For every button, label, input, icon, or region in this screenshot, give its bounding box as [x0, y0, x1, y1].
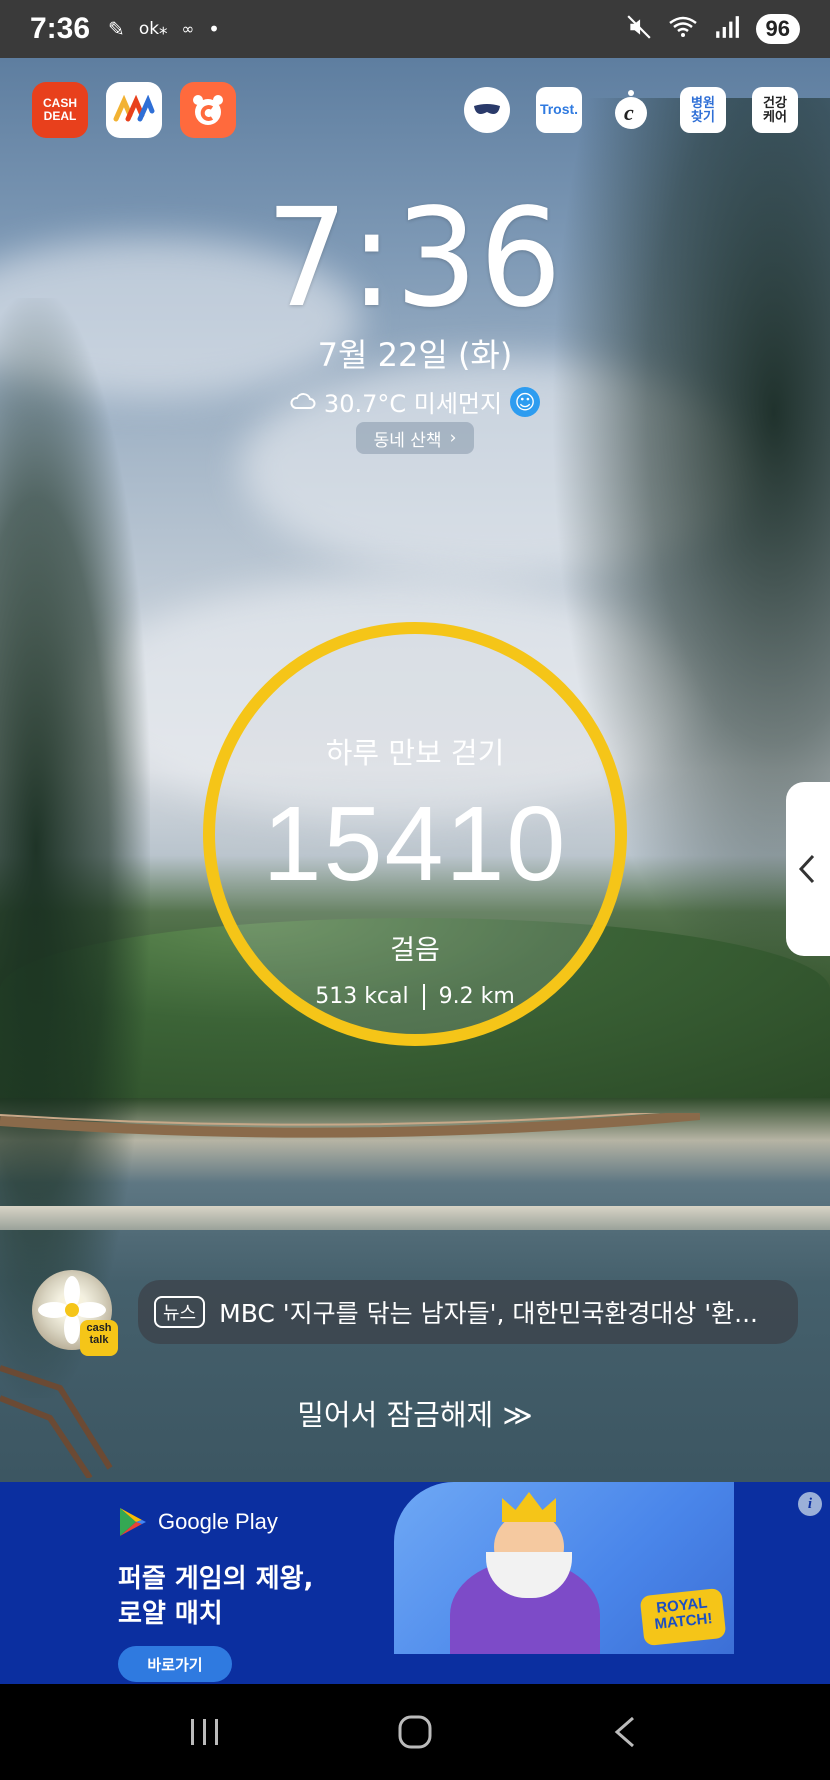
home-button[interactable]	[385, 1702, 445, 1762]
stats-divider	[422, 984, 425, 1010]
mask-app-icon[interactable]	[464, 87, 510, 133]
ad-info-icon[interactable]: i	[798, 1492, 822, 1516]
step-stats: 513 kcal 9.2 km	[215, 984, 615, 1010]
neighborhood-walk-chip[interactable]: 동네 산책 ›	[356, 422, 474, 454]
cat-app-icon[interactable]	[180, 82, 236, 138]
royal-match-logo: ROYAL MATCH!	[639, 1587, 727, 1647]
news-tag: 뉴스	[154, 1296, 206, 1328]
status-right: 96	[626, 14, 800, 44]
google-play-brand: Google Play	[118, 1506, 313, 1538]
signal-icon	[714, 14, 740, 44]
mute-icon	[626, 14, 652, 44]
cashdeal-app-icon[interactable]: CASH DEAL	[32, 82, 88, 138]
step-count: 15410	[262, 785, 568, 903]
swipe-to-unlock[interactable]: 밀어서 잠금해제 ≫	[0, 1392, 830, 1434]
app-shortcuts-row: CASH DEAL Trost. c 병원 찾기 건강 케어	[32, 82, 798, 138]
ok-icon-2: ∞	[181, 20, 195, 38]
navigation-bar	[0, 1684, 830, 1780]
home-icon	[398, 1715, 432, 1749]
chevron-left-icon	[798, 854, 815, 884]
svg-text:c: c	[624, 100, 634, 125]
pen-icon: ✎	[108, 17, 125, 41]
status-bar: 7:36 ✎ ok⁎ ∞ • 96	[0, 0, 830, 58]
cashtalk-badge: cash talk	[80, 1320, 118, 1356]
wave-app-icon[interactable]	[106, 82, 162, 138]
hospital-finder-app-icon[interactable]: 병원 찾기	[680, 87, 726, 133]
smiley-icon: ☺	[510, 386, 541, 417]
edge-panel-handle[interactable]	[786, 782, 830, 956]
ad-banner[interactable]: Google Play 퍼즐 게임의 제왕, 로얄 매치 바로가기 ROYAL M…	[0, 1482, 830, 1684]
recent-apps-button[interactable]	[175, 1702, 235, 1762]
cloud-icon	[290, 388, 316, 416]
google-play-label: Google Play	[158, 1509, 278, 1534]
calories-value: 513 kcal	[315, 984, 409, 1009]
notification-dot-icon: •	[208, 17, 220, 41]
step-counter-ring[interactable]: 하루 만보 걷기 15410 걸음 513 kcal 9.2 km	[203, 622, 627, 1046]
recent-apps-icon	[191, 1719, 218, 1745]
weather-text: 30.7°C 미세먼지	[323, 390, 503, 418]
trost-app-icon[interactable]: Trost.	[536, 87, 582, 133]
ad-cta-button[interactable]: 바로가기	[118, 1646, 232, 1683]
ad-headline: 퍼즐 게임의 제왕, 로얄 매치	[118, 1562, 313, 1632]
ok-icon: ok⁎	[138, 19, 168, 39]
lockscreen-date: 7월 22일 (화)	[317, 336, 513, 374]
news-headline: MBC '지구를 닦는 남자들', 대한민국환경대상 '환...	[219, 1299, 759, 1328]
walk-chip-label: 동네 산책	[373, 430, 442, 451]
wifi-5g-icon	[668, 14, 698, 44]
distance-value: 9.2 km	[438, 984, 515, 1009]
chevron-right-icon: ›	[449, 428, 457, 448]
step-goal-title: 하루 만보 걷기	[325, 736, 505, 770]
ad-image-royal-match[interactable]: ROYAL MATCH!	[394, 1482, 734, 1654]
google-play-icon	[120, 1508, 146, 1536]
back-button[interactable]	[595, 1702, 655, 1762]
step-unit: 걸음	[390, 935, 440, 966]
back-icon	[614, 1716, 634, 1748]
ad-headline-line1: 퍼즐 게임의 제왕,	[118, 1564, 314, 1594]
status-left-icons: ✎ ok⁎ ∞ •	[108, 17, 220, 41]
news-ticker[interactable]: 뉴스 MBC '지구를 닦는 남자들', 대한민국환경대상 '환...	[138, 1280, 798, 1344]
ad-headline-line2: 로얄 매치	[118, 1599, 223, 1630]
suspension-bridge	[0, 1108, 701, 1143]
lockscreen-clock: 7:36	[266, 180, 564, 338]
weather-row[interactable]: 30.7°C 미세먼지 ☺	[0, 384, 830, 419]
health-care-app-icon[interactable]: 건강 케어	[752, 87, 798, 133]
status-time: 7:36	[30, 12, 91, 45]
battery-indicator: 96	[755, 14, 800, 44]
chat-app-icon[interactable]: c	[608, 87, 654, 133]
